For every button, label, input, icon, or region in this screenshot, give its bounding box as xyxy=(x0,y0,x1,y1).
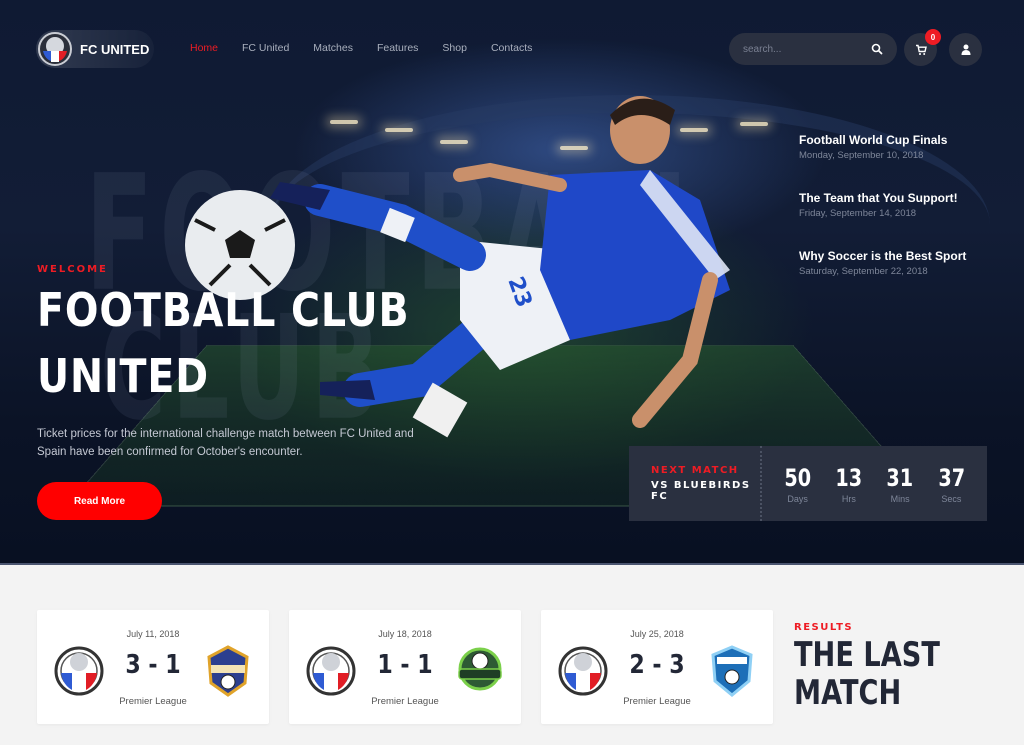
user-account-button[interactable] xyxy=(949,33,982,66)
nav-item-contacts[interactable]: Contacts xyxy=(491,42,532,54)
countdown-hours: 13 Hrs xyxy=(825,464,873,504)
next-match-info: NEXT MATCH VS BLUEBIRDS FC xyxy=(629,446,762,521)
match-date: July 18, 2018 xyxy=(378,629,432,639)
countdown-label: Days xyxy=(787,493,808,504)
results-heading-line: THE LAST xyxy=(794,635,940,675)
hero-title: FOOTBALL CLUB UNITED xyxy=(37,277,450,409)
countdown-seconds: 37 Secs xyxy=(927,464,975,504)
nav-item-home[interactable]: Home xyxy=(190,42,218,54)
results-heading: THE LAST MATCH xyxy=(794,636,954,712)
cart-count-badge: 0 xyxy=(925,29,941,45)
next-match-countdown: NEXT MATCH VS BLUEBIRDS FC 50 Days 13 Hr… xyxy=(629,446,987,521)
countdown-units: 50 Days 13 Hrs 31 Mins 37 Secs xyxy=(762,464,987,504)
news-item[interactable]: Football World Cup Finals Monday, Septem… xyxy=(799,133,999,191)
results-heading-line: MATCH xyxy=(794,673,902,713)
next-match-label: NEXT MATCH xyxy=(651,465,739,476)
user-icon xyxy=(961,44,970,55)
news-item[interactable]: Why Soccer is the Best Sport Saturday, S… xyxy=(799,249,999,307)
hero-title-line: UNITED xyxy=(37,349,209,403)
countdown-minutes: 31 Mins xyxy=(876,464,924,504)
results-eyebrow: RESULTS xyxy=(794,622,854,633)
read-more-button[interactable]: Read More xyxy=(37,482,162,520)
match-league: Premier League xyxy=(371,696,439,707)
news-item[interactable]: The Team that You Support! Friday, Septe… xyxy=(799,191,999,249)
football-blue-shield-badge-icon xyxy=(711,645,753,697)
countdown-label: Mins xyxy=(890,493,910,504)
hero-divider xyxy=(0,563,1024,565)
hero-title-line: FOOTBALL CLUB xyxy=(37,283,410,337)
nav-item-shop[interactable]: Shop xyxy=(442,42,467,54)
match-result-card[interactable]: July 18, 2018 1 - 1 Premier League xyxy=(289,610,521,724)
countdown-value: 31 xyxy=(886,463,914,492)
nav-item-fc-united[interactable]: FC United xyxy=(242,42,289,54)
cart-icon xyxy=(915,44,927,55)
match-date: July 11, 2018 xyxy=(126,629,180,639)
countdown-label: Hrs xyxy=(841,493,856,504)
nav-item-matches[interactable]: Matches xyxy=(313,42,353,54)
countdown-value: 13 xyxy=(835,463,863,492)
match-league: Premier League xyxy=(119,696,187,707)
countdown-value: 37 xyxy=(938,463,965,492)
search-input[interactable] xyxy=(743,43,863,55)
match-result-card[interactable]: July 11, 2018 3 - 1 Premier League xyxy=(37,610,269,724)
news-date: Friday, September 14, 2018 xyxy=(799,208,917,219)
match-result-card[interactable]: July 25, 2018 2 - 3 Premier League xyxy=(541,610,773,724)
match-date: July 25, 2018 xyxy=(630,629,684,639)
search-bar xyxy=(729,33,897,65)
main-nav: Home FC United Matches Features Shop Con… xyxy=(190,42,556,54)
news-title[interactable]: The Team that You Support! xyxy=(799,191,999,205)
soccer-club-green-badge-icon xyxy=(458,647,502,691)
news-date: Monday, September 10, 2018 xyxy=(799,150,924,161)
nav-item-features[interactable]: Features xyxy=(377,42,418,54)
brand-logo[interactable]: FC UNITED xyxy=(36,30,154,68)
brand-name: FC UNITED xyxy=(80,41,150,57)
soccer-shield-gold-badge-icon xyxy=(207,645,249,697)
news-date: Saturday, September 22, 2018 xyxy=(799,266,928,277)
hero-eyebrow: WELCOME xyxy=(37,264,108,275)
next-match-opponent: VS BLUEBIRDS FC xyxy=(651,480,751,502)
club-crest-icon xyxy=(38,32,72,66)
countdown-days: 50 Days xyxy=(774,464,822,504)
hero-description: Ticket prices for the international chal… xyxy=(37,428,414,458)
countdown-value: 50 xyxy=(784,463,811,492)
news-title[interactable]: Football World Cup Finals xyxy=(799,133,999,147)
news-list: Football World Cup Finals Monday, Septem… xyxy=(799,133,999,307)
search-icon[interactable] xyxy=(871,43,883,55)
match-league: Premier League xyxy=(623,696,691,707)
news-title[interactable]: Why Soccer is the Best Sport xyxy=(799,249,999,263)
countdown-label: Secs xyxy=(941,493,962,504)
